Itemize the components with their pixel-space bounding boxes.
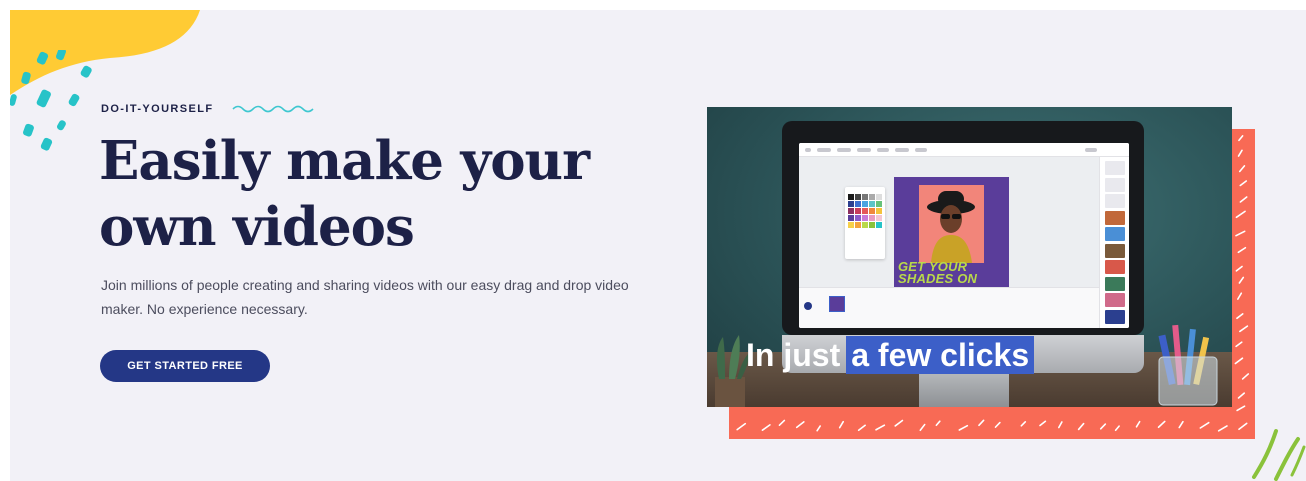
color-swatch	[848, 208, 854, 214]
get-started-button[interactable]: GET STARTED FREE	[100, 350, 270, 382]
color-swatch	[869, 201, 875, 207]
color-swatch	[876, 215, 882, 221]
color-swatch	[848, 215, 854, 221]
pencil-cup-illustration	[1158, 324, 1218, 406]
eyebrow-label: DO-IT-YOURSELF	[101, 103, 214, 115]
color-swatch	[855, 201, 861, 207]
color-swatch	[848, 201, 854, 207]
color-swatch	[862, 208, 868, 214]
color-swatch	[855, 194, 861, 200]
green-brush-strokes-decoration	[1252, 429, 1306, 481]
color-swatch	[869, 194, 875, 200]
media-thumbnail	[1105, 210, 1125, 225]
media-thumbnail	[1105, 243, 1125, 258]
color-swatch	[855, 208, 861, 214]
media-thumbnail	[1105, 177, 1125, 192]
poster-preview: GET YOUR SHADES ON	[894, 177, 1009, 293]
color-swatch	[869, 222, 875, 228]
media-thumbnail	[1105, 293, 1125, 307]
monitor-stand	[919, 373, 1009, 407]
poster-headline: GET YOUR SHADES ON	[898, 259, 978, 286]
editor-canvas: GET YOUR SHADES ON	[799, 157, 1099, 293]
editor-timeline	[799, 287, 1099, 328]
woman-with-hat-image	[927, 191, 975, 263]
color-swatch	[862, 194, 868, 200]
color-swatch	[876, 194, 882, 200]
hero-description: Join millions of people creating and sha…	[101, 277, 629, 317]
color-swatch	[855, 215, 861, 221]
promo-video[interactable]: GET YOUR SHADES ON In just a few clicks	[707, 107, 1232, 407]
caption-plain: In just	[746, 337, 841, 373]
color-swatch	[855, 222, 861, 228]
color-swatch	[862, 201, 868, 207]
editor-toolbar	[799, 143, 1129, 157]
media-thumbnail	[1105, 227, 1125, 241]
media-thumbnail	[1105, 161, 1125, 175]
color-swatch	[862, 215, 868, 221]
eyebrow: DO-IT-YOURSELF	[101, 103, 316, 115]
timeline-clip	[829, 296, 845, 312]
color-swatch	[848, 194, 854, 200]
video-caption: In just a few clicks	[746, 336, 1035, 374]
hero-section: DO-IT-YOURSELF Easily make your own vide…	[10, 10, 1306, 481]
media-thumbnail	[1105, 194, 1125, 208]
color-swatch	[869, 215, 875, 221]
page-title: Easily make your own videos	[99, 130, 590, 258]
color-swatch	[862, 222, 868, 228]
caption-highlight: a few clicks	[846, 336, 1035, 374]
media-thumbnail	[1105, 309, 1125, 324]
color-swatch	[869, 208, 875, 214]
color-swatch	[848, 222, 854, 228]
hero-media: GET YOUR SHADES ON In just a few clicks	[707, 107, 1255, 441]
color-swatch	[876, 222, 882, 228]
color-swatch	[876, 201, 882, 207]
media-thumbnail	[1105, 276, 1125, 291]
media-library-panel	[1099, 157, 1129, 328]
color-palette	[845, 187, 885, 259]
media-thumbnail	[1105, 260, 1125, 274]
monitor: GET YOUR SHADES ON	[782, 121, 1144, 335]
play-icon	[804, 302, 812, 310]
teal-brush-strokes-decoration	[10, 50, 92, 151]
color-swatch	[876, 208, 882, 214]
editor-screen: GET YOUR SHADES ON	[799, 143, 1129, 328]
squiggle-icon	[231, 105, 314, 113]
